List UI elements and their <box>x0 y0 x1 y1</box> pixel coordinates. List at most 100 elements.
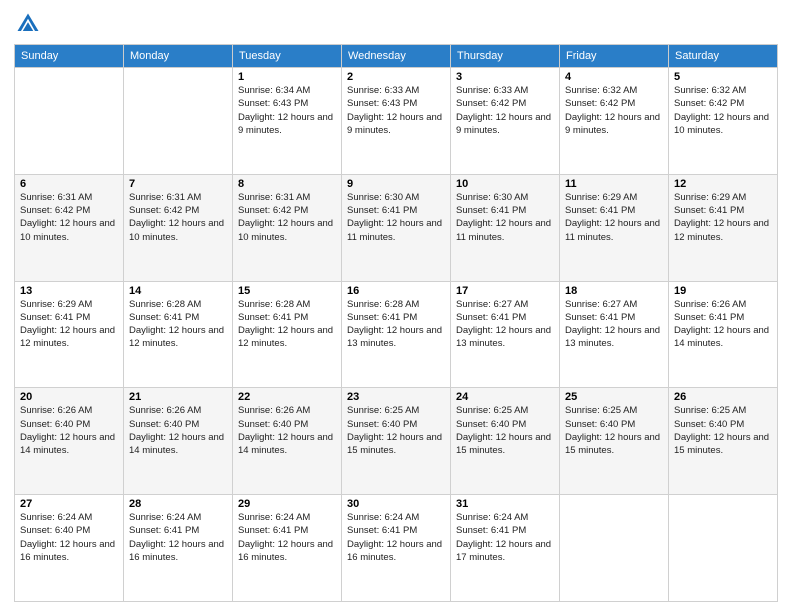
day-number: 14 <box>129 285 227 297</box>
header <box>14 10 778 38</box>
day-cell: 8 Sunrise: 6:31 AMSunset: 6:42 PMDayligh… <box>233 174 342 281</box>
day-cell: 26 Sunrise: 6:25 AMSunset: 6:40 PMDaylig… <box>669 388 778 495</box>
day-cell: 5 Sunrise: 6:32 AMSunset: 6:42 PMDayligh… <box>669 68 778 175</box>
day-number: 25 <box>565 391 663 403</box>
day-cell: 19 Sunrise: 6:26 AMSunset: 6:41 PMDaylig… <box>669 281 778 388</box>
day-cell: 16 Sunrise: 6:28 AMSunset: 6:41 PMDaylig… <box>342 281 451 388</box>
day-info: Sunrise: 6:28 AMSunset: 6:41 PMDaylight:… <box>129 298 227 351</box>
day-header-thursday: Thursday <box>451 45 560 68</box>
day-number: 17 <box>456 285 554 297</box>
day-cell: 31 Sunrise: 6:24 AMSunset: 6:41 PMDaylig… <box>451 495 560 602</box>
day-cell: 12 Sunrise: 6:29 AMSunset: 6:41 PMDaylig… <box>669 174 778 281</box>
calendar-table: SundayMondayTuesdayWednesdayThursdayFrid… <box>14 44 778 602</box>
day-cell: 14 Sunrise: 6:28 AMSunset: 6:41 PMDaylig… <box>124 281 233 388</box>
day-cell: 1 Sunrise: 6:34 AMSunset: 6:43 PMDayligh… <box>233 68 342 175</box>
day-number: 2 <box>347 71 445 83</box>
day-number: 29 <box>238 498 336 510</box>
day-info: Sunrise: 6:26 AMSunset: 6:41 PMDaylight:… <box>674 298 772 351</box>
day-info: Sunrise: 6:25 AMSunset: 6:40 PMDaylight:… <box>456 404 554 457</box>
day-cell: 20 Sunrise: 6:26 AMSunset: 6:40 PMDaylig… <box>15 388 124 495</box>
day-cell: 28 Sunrise: 6:24 AMSunset: 6:41 PMDaylig… <box>124 495 233 602</box>
week-row-2: 6 Sunrise: 6:31 AMSunset: 6:42 PMDayligh… <box>15 174 778 281</box>
day-info: Sunrise: 6:28 AMSunset: 6:41 PMDaylight:… <box>347 298 445 351</box>
day-info: Sunrise: 6:31 AMSunset: 6:42 PMDaylight:… <box>129 191 227 244</box>
page: SundayMondayTuesdayWednesdayThursdayFrid… <box>0 0 792 612</box>
day-number: 5 <box>674 71 772 83</box>
day-info: Sunrise: 6:31 AMSunset: 6:42 PMDaylight:… <box>20 191 118 244</box>
day-cell <box>15 68 124 175</box>
week-row-3: 13 Sunrise: 6:29 AMSunset: 6:41 PMDaylig… <box>15 281 778 388</box>
day-cell: 2 Sunrise: 6:33 AMSunset: 6:43 PMDayligh… <box>342 68 451 175</box>
day-number: 1 <box>238 71 336 83</box>
day-number: 8 <box>238 178 336 190</box>
day-info: Sunrise: 6:24 AMSunset: 6:41 PMDaylight:… <box>238 511 336 564</box>
day-cell: 30 Sunrise: 6:24 AMSunset: 6:41 PMDaylig… <box>342 495 451 602</box>
day-info: Sunrise: 6:32 AMSunset: 6:42 PMDaylight:… <box>674 84 772 137</box>
logo-icon <box>14 10 42 38</box>
day-cell: 24 Sunrise: 6:25 AMSunset: 6:40 PMDaylig… <box>451 388 560 495</box>
week-row-5: 27 Sunrise: 6:24 AMSunset: 6:40 PMDaylig… <box>15 495 778 602</box>
day-info: Sunrise: 6:30 AMSunset: 6:41 PMDaylight:… <box>456 191 554 244</box>
day-cell <box>124 68 233 175</box>
day-info: Sunrise: 6:27 AMSunset: 6:41 PMDaylight:… <box>456 298 554 351</box>
day-info: Sunrise: 6:26 AMSunset: 6:40 PMDaylight:… <box>129 404 227 457</box>
logo <box>14 10 46 38</box>
day-info: Sunrise: 6:25 AMSunset: 6:40 PMDaylight:… <box>347 404 445 457</box>
day-info: Sunrise: 6:26 AMSunset: 6:40 PMDaylight:… <box>20 404 118 457</box>
day-info: Sunrise: 6:29 AMSunset: 6:41 PMDaylight:… <box>565 191 663 244</box>
day-number: 22 <box>238 391 336 403</box>
day-info: Sunrise: 6:24 AMSunset: 6:41 PMDaylight:… <box>347 511 445 564</box>
day-info: Sunrise: 6:31 AMSunset: 6:42 PMDaylight:… <box>238 191 336 244</box>
day-number: 7 <box>129 178 227 190</box>
day-number: 4 <box>565 71 663 83</box>
day-number: 13 <box>20 285 118 297</box>
day-cell: 17 Sunrise: 6:27 AMSunset: 6:41 PMDaylig… <box>451 281 560 388</box>
day-info: Sunrise: 6:29 AMSunset: 6:41 PMDaylight:… <box>20 298 118 351</box>
day-info: Sunrise: 6:24 AMSunset: 6:41 PMDaylight:… <box>129 511 227 564</box>
day-number: 19 <box>674 285 772 297</box>
day-header-sunday: Sunday <box>15 45 124 68</box>
day-cell: 7 Sunrise: 6:31 AMSunset: 6:42 PMDayligh… <box>124 174 233 281</box>
day-cell: 25 Sunrise: 6:25 AMSunset: 6:40 PMDaylig… <box>560 388 669 495</box>
day-number: 10 <box>456 178 554 190</box>
day-info: Sunrise: 6:33 AMSunset: 6:43 PMDaylight:… <box>347 84 445 137</box>
day-number: 23 <box>347 391 445 403</box>
day-number: 15 <box>238 285 336 297</box>
day-header-wednesday: Wednesday <box>342 45 451 68</box>
day-cell: 4 Sunrise: 6:32 AMSunset: 6:42 PMDayligh… <box>560 68 669 175</box>
day-cell: 23 Sunrise: 6:25 AMSunset: 6:40 PMDaylig… <box>342 388 451 495</box>
day-number: 28 <box>129 498 227 510</box>
day-info: Sunrise: 6:27 AMSunset: 6:41 PMDaylight:… <box>565 298 663 351</box>
day-info: Sunrise: 6:32 AMSunset: 6:42 PMDaylight:… <box>565 84 663 137</box>
day-cell <box>669 495 778 602</box>
day-number: 20 <box>20 391 118 403</box>
day-number: 18 <box>565 285 663 297</box>
day-cell: 29 Sunrise: 6:24 AMSunset: 6:41 PMDaylig… <box>233 495 342 602</box>
day-number: 6 <box>20 178 118 190</box>
day-number: 9 <box>347 178 445 190</box>
day-number: 24 <box>456 391 554 403</box>
day-number: 11 <box>565 178 663 190</box>
day-info: Sunrise: 6:28 AMSunset: 6:41 PMDaylight:… <box>238 298 336 351</box>
week-row-4: 20 Sunrise: 6:26 AMSunset: 6:40 PMDaylig… <box>15 388 778 495</box>
day-header-saturday: Saturday <box>669 45 778 68</box>
day-number: 26 <box>674 391 772 403</box>
day-cell: 3 Sunrise: 6:33 AMSunset: 6:42 PMDayligh… <box>451 68 560 175</box>
day-number: 27 <box>20 498 118 510</box>
day-header-tuesday: Tuesday <box>233 45 342 68</box>
day-number: 31 <box>456 498 554 510</box>
day-cell: 6 Sunrise: 6:31 AMSunset: 6:42 PMDayligh… <box>15 174 124 281</box>
day-cell: 13 Sunrise: 6:29 AMSunset: 6:41 PMDaylig… <box>15 281 124 388</box>
day-number: 16 <box>347 285 445 297</box>
calendar-header-row: SundayMondayTuesdayWednesdayThursdayFrid… <box>15 45 778 68</box>
day-info: Sunrise: 6:34 AMSunset: 6:43 PMDaylight:… <box>238 84 336 137</box>
day-info: Sunrise: 6:24 AMSunset: 6:40 PMDaylight:… <box>20 511 118 564</box>
day-cell: 11 Sunrise: 6:29 AMSunset: 6:41 PMDaylig… <box>560 174 669 281</box>
day-number: 21 <box>129 391 227 403</box>
day-info: Sunrise: 6:33 AMSunset: 6:42 PMDaylight:… <box>456 84 554 137</box>
day-info: Sunrise: 6:25 AMSunset: 6:40 PMDaylight:… <box>565 404 663 457</box>
day-header-monday: Monday <box>124 45 233 68</box>
day-number: 3 <box>456 71 554 83</box>
day-header-friday: Friday <box>560 45 669 68</box>
day-cell: 22 Sunrise: 6:26 AMSunset: 6:40 PMDaylig… <box>233 388 342 495</box>
